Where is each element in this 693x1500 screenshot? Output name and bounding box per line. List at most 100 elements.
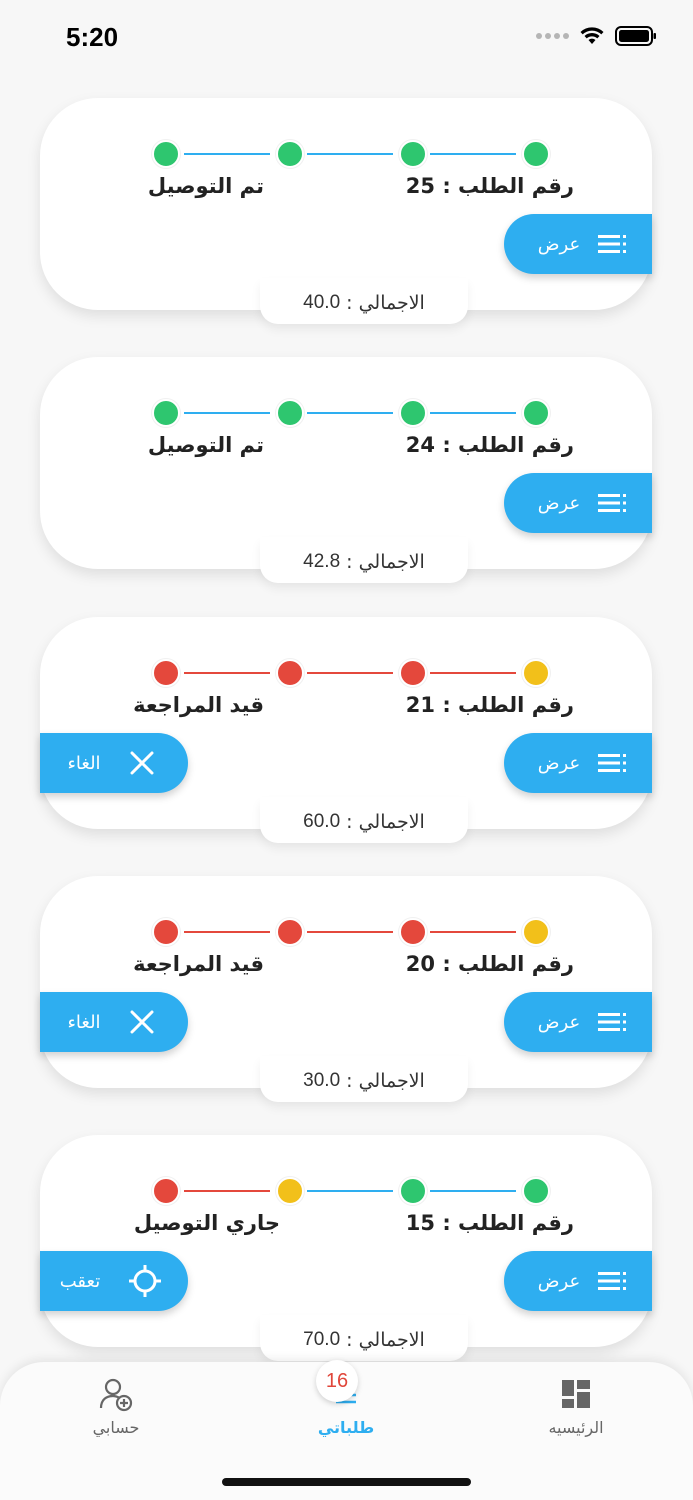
order-card: رقم الطلب : 24 تم التوصيل عرض الاجمالي :… [40,357,652,583]
order-progress-stepper [146,657,550,687]
list-icon [598,494,627,512]
stepper-dot-red [399,918,427,946]
stepper-dot-red [152,1177,180,1205]
total-value: 40.0 [303,292,341,313]
order-total: الاجمالي : 60.0 [260,797,468,843]
dashboard-icon [562,1380,590,1408]
stepper-dot-red [276,918,304,946]
stepper-dot-yellow [522,918,550,946]
nav-item-home[interactable]: الرئيسيه [496,1362,656,1462]
nav-item-account[interactable]: حسابي [36,1362,196,1462]
stepper-connector [430,931,516,933]
track-button[interactable]: تعقب [40,1251,188,1311]
view-button[interactable]: عرض [504,1251,652,1311]
stepper-connector [307,1190,393,1192]
order-number: رقم الطلب : 21 [405,693,574,717]
stepper-dot-green [522,140,550,168]
stepper-dot-yellow [276,1177,304,1205]
orders-count-badge: 16 [316,1360,358,1402]
order-card: رقم الطلب : 15 جاري التوصيل عرض تعقب الا… [40,1135,652,1361]
stepper-connector [430,412,516,414]
stepper-dot-green [399,399,427,427]
stepper-connector [307,412,393,414]
stepper-dot-green [399,140,427,168]
total-label: الاجمالي : [346,292,425,314]
order-status: تم التوصيل [147,174,264,198]
stepper-connector [430,1190,516,1192]
view-button[interactable]: عرض [504,992,652,1052]
stepper-dot-green [276,399,304,427]
order-card: رقم الطلب : 25 تم التوصيل عرض الاجمالي :… [40,98,652,324]
close-icon [130,1010,154,1034]
stepper-connector [307,672,393,674]
signal-icon [536,33,569,39]
total-label: الاجمالي : [346,811,425,833]
stepper-dot-red [152,918,180,946]
order-progress-stepper [146,1175,550,1205]
order-card: رقم الطلب : 20 قيد المراجعة عرض الغاء ال… [40,876,652,1102]
list-icon [598,235,627,253]
home-indicator [222,1478,471,1486]
stepper-dot-red [276,659,304,687]
stepper-dot-red [399,659,427,687]
order-total: الاجمالي : 70.0 [260,1315,468,1361]
cancel-button[interactable]: الغاء [40,733,188,793]
nav-item-orders[interactable]: 16 طلباتي [266,1360,426,1462]
total-label: الاجمالي : [346,1070,425,1092]
order-progress-stepper [146,138,550,168]
total-value: 60.0 [303,811,341,832]
order-progress-stepper [146,916,550,946]
total-label: الاجمالي : [346,551,425,573]
total-value: 30.0 [303,1070,341,1091]
cancel-button-label: الغاء [67,752,101,774]
nav-label: الرئيسيه [548,1418,604,1437]
view-button-label: عرض [537,1270,581,1292]
view-button-label: عرض [537,752,581,774]
total-value: 42.8 [303,551,341,572]
cancel-button-label: الغاء [67,1011,101,1033]
stepper-dot-red [152,659,180,687]
stepper-dot-green [399,1177,427,1205]
view-button-label: عرض [537,233,581,255]
view-button-label: عرض [537,492,581,514]
order-total: الاجمالي : 30.0 [260,1056,468,1102]
stepper-connector [307,153,393,155]
view-button[interactable]: عرض [504,733,652,793]
track-button-label: تعقب [59,1270,101,1292]
status-icons [536,26,657,46]
stepper-dot-green [152,140,180,168]
total-value: 70.0 [303,1329,341,1350]
order-card: رقم الطلب : 21 قيد المراجعة عرض الغاء ال… [40,617,652,843]
nav-label: طلباتي [317,1418,375,1437]
view-button[interactable]: عرض [504,214,652,274]
order-number: رقم الطلب : 15 [405,1211,574,1235]
view-button-label: عرض [537,1011,581,1033]
stepper-connector [184,1190,270,1192]
stepper-connector [430,153,516,155]
order-status: جاري التوصيل [133,1211,280,1235]
order-number: رقم الطلب : 25 [405,174,574,198]
list-icon [598,1013,627,1031]
status-time: 5:20 [66,22,119,52]
status-bar: 5:20 [0,0,693,80]
stepper-connector [184,931,270,933]
order-status: قيد المراجعة [133,952,264,976]
order-number: رقم الطلب : 20 [405,952,574,976]
battery-icon [615,26,656,46]
stepper-connector [430,672,516,674]
account-add-icon [99,1378,133,1412]
order-progress-stepper [146,397,550,427]
cancel-button[interactable]: الغاء [40,992,188,1052]
crosshair-icon [129,1265,162,1297]
list-icon [598,1272,627,1290]
order-status: قيد المراجعة [133,693,264,717]
stepper-connector [184,412,270,414]
stepper-connector [184,153,270,155]
stepper-connector [184,672,270,674]
stepper-connector [307,931,393,933]
stepper-dot-green [522,399,550,427]
close-icon [130,751,154,775]
view-button[interactable]: عرض [504,473,652,533]
stepper-dot-yellow [522,659,550,687]
list-icon [598,754,627,772]
